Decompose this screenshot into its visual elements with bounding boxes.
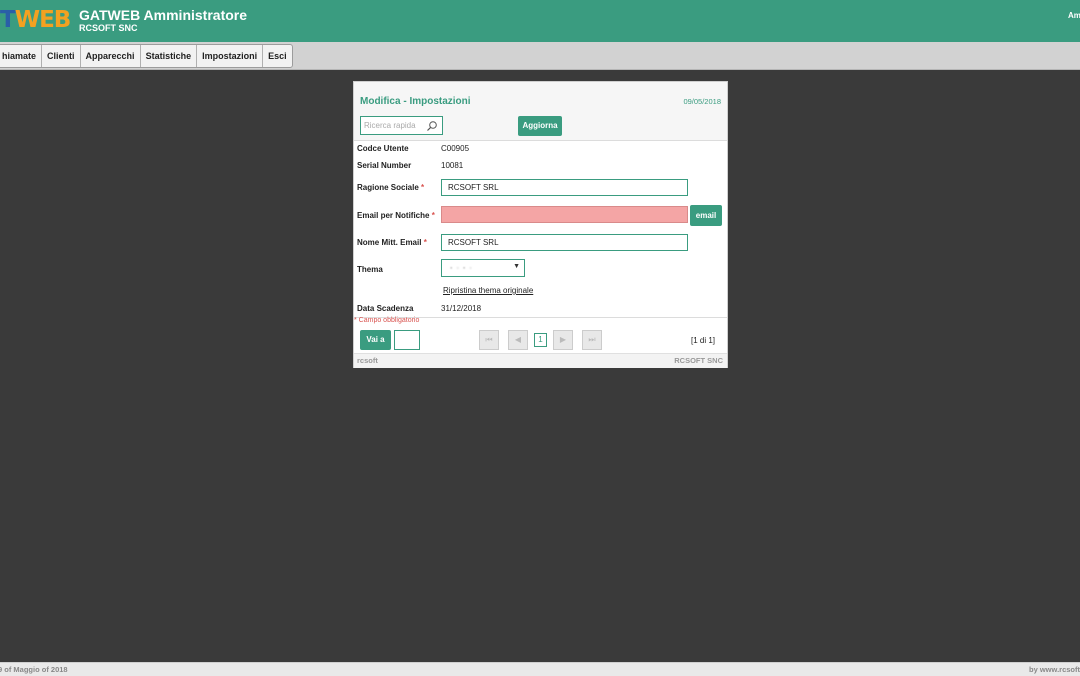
codice-utente-label: Codce Utente [357, 144, 409, 153]
panel-footer: rcsoft RCSOFT SNC [354, 353, 727, 368]
page-footer-credit[interactable]: by www.rcsoft [1029, 665, 1080, 674]
nav-item-clienti[interactable]: Clienti [42, 45, 81, 67]
first-page-button[interactable]: ⏮ [479, 330, 499, 350]
serial-number-value: 10081 [441, 161, 464, 170]
reset-theme-link[interactable]: Ripristina thema originale [443, 286, 533, 295]
settings-panel: Modifica - Impostazioni 09/05/2018 Aggio… [353, 81, 728, 368]
app-subtitle: RCSOFT SNC [79, 23, 138, 33]
email-button[interactable]: email [690, 205, 722, 226]
search-input[interactable] [364, 119, 426, 132]
next-page-icon: ▶ [559, 335, 567, 344]
prev-page-button[interactable]: ◀ [508, 330, 528, 350]
search-icon[interactable] [426, 120, 438, 132]
required-note: * Campo obbligatorio [354, 317, 420, 324]
data-scadenza-value: 31/12/2018 [441, 304, 482, 313]
update-button[interactable]: Aggiorna [518, 116, 562, 136]
page-info: [1 di 1] [690, 336, 715, 345]
panel-footer-right: RCSOFT SNC [674, 356, 723, 365]
page-footer: 9 of Maggio of 2018 by www.rcsoft [0, 662, 1080, 676]
next-page-button[interactable]: ▶ [553, 330, 573, 350]
panel-header: Modifica - Impostazioni 09/05/2018 Aggio… [354, 82, 727, 141]
quick-search[interactable] [360, 116, 443, 135]
email-notifiche-field[interactable] [441, 206, 688, 223]
required-marker: * [431, 211, 435, 220]
last-page-icon: ⏭ [588, 335, 596, 344]
nav-item-statistiche[interactable]: Statistiche [141, 45, 198, 67]
nome-mitt-email-label: Nome Mitt. Email * [357, 238, 427, 247]
required-marker: * [421, 183, 425, 192]
app-title: GATWEB Amministratore [79, 7, 248, 23]
thema-selected-value: ▪ ▫ ▪ ▫ [450, 265, 473, 272]
thema-select[interactable]: ▪ ▫ ▪ ▫ ▼ [441, 259, 525, 277]
current-page[interactable]: 1 [534, 333, 547, 347]
app-header: TWEB GATWEB Amministratore RCSOFT SNC Am [0, 0, 1080, 42]
first-page-icon: ⏮ [485, 335, 493, 344]
last-page-button[interactable]: ⏭ [582, 330, 602, 350]
codice-utente-value: C00905 [441, 144, 470, 153]
ragione-sociale-field[interactable]: RCSOFT SRL [441, 179, 688, 196]
panel-date: 09/05/2018 [683, 97, 721, 106]
ragione-sociale-label: Ragione Sociale * [357, 183, 425, 192]
user-name[interactable]: Am [1068, 11, 1080, 20]
goto-page-input[interactable] [394, 330, 420, 350]
chevron-down-icon: ▼ [513, 263, 520, 270]
app-logo: TWEB [0, 7, 71, 33]
nav-item-chiamate[interactable]: hiamate [0, 45, 43, 67]
panel-title: Modifica - Impostazioni [360, 96, 471, 107]
nav-menu: hiamate Clienti Apparecchi Statistiche I… [0, 44, 293, 68]
required-marker: * [423, 238, 427, 247]
page-footer-date: 9 of Maggio of 2018 [0, 665, 68, 674]
nav-item-impostazioni[interactable]: Impostazioni [197, 45, 264, 67]
thema-label: Thema [357, 265, 383, 274]
serial-number-label: Serial Number [357, 161, 412, 170]
nome-mitt-email-field[interactable]: RCSOFT SRL [441, 234, 688, 251]
email-notifiche-label: Email per Notifiche * [357, 211, 435, 220]
nav-item-esci[interactable]: Esci [263, 45, 292, 67]
prev-page-icon: ◀ [514, 335, 522, 344]
nav-item-apparecchi[interactable]: Apparecchi [81, 45, 141, 67]
main-nav: hiamate Clienti Apparecchi Statistiche I… [0, 42, 1080, 70]
goto-button[interactable]: Vai a [360, 330, 391, 350]
data-scadenza-label: Data Scadenza [357, 304, 414, 313]
panel-footer-left: rcsoft [357, 356, 378, 365]
